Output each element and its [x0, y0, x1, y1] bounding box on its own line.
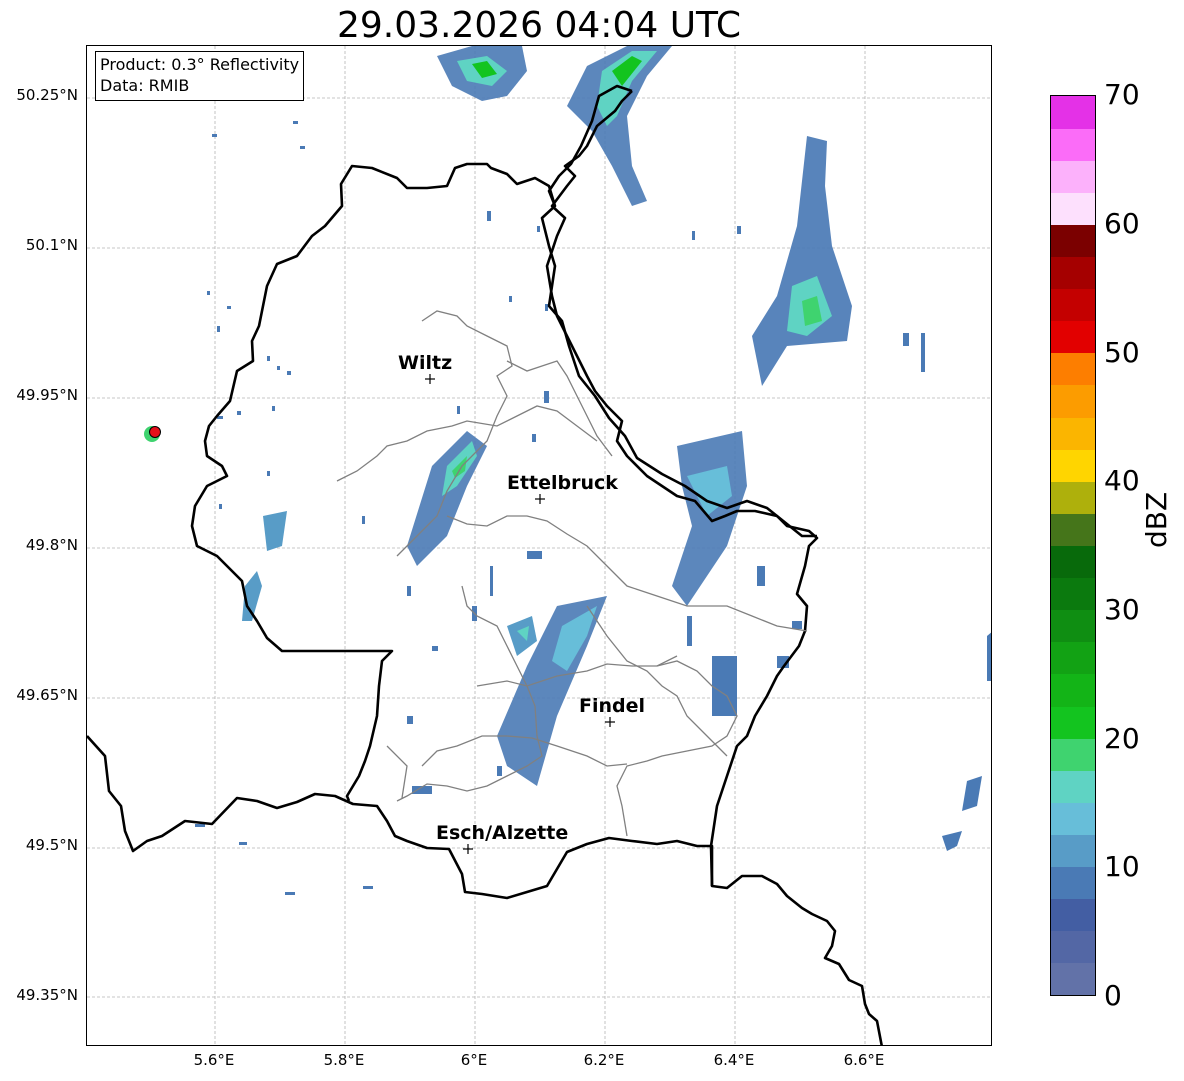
colorbar-swatch: [1051, 481, 1095, 514]
city-marker-ettelbruck: [535, 494, 545, 504]
colorbar-tick-label: 50: [1104, 336, 1140, 369]
colorbar-swatch: [1051, 898, 1095, 932]
lat-label: 49.5°N: [25, 836, 78, 854]
colorbar-tick-label: 0: [1104, 979, 1122, 1012]
lon-label: 6°E: [460, 1051, 488, 1069]
lon-label: 6.4°E: [713, 1051, 755, 1069]
city-marker-esch: [463, 844, 473, 854]
city-marker-findel: [605, 717, 615, 727]
lon-label: 6.6°E: [843, 1051, 885, 1069]
colorbar-swatch: [1051, 160, 1095, 193]
lat-label: 50.25°N: [16, 86, 78, 104]
colorbar-tick-label: 10: [1104, 850, 1140, 883]
colorbar-unit-label: dBZ: [1140, 491, 1173, 548]
colorbar-swatch: [1051, 609, 1095, 643]
colorbar-swatch: [1051, 513, 1095, 546]
lon-label: 6.2°E: [583, 1051, 625, 1069]
colorbar-swatch: [1051, 96, 1095, 129]
colorbar-swatch: [1051, 866, 1095, 900]
colorbar-swatch: [1051, 224, 1095, 258]
lat-label: 49.65°N: [16, 686, 78, 704]
colorbar-swatch: [1051, 738, 1095, 771]
colorbar-swatch: [1051, 128, 1095, 161]
colorbar-swatch: [1051, 352, 1095, 386]
city-label-esch-alzette: Esch/Alzette: [436, 822, 568, 844]
colorbar-swatch: [1051, 673, 1095, 707]
lon-label: 5.6°E: [193, 1051, 235, 1069]
lon-label: 5.8°E: [323, 1051, 365, 1069]
colorbar-tick-label: 30: [1104, 593, 1140, 626]
colorbar-swatch: [1051, 962, 1095, 996]
colorbar-swatch: [1051, 930, 1095, 964]
colorbar-tick-label: 70: [1104, 78, 1140, 111]
colorbar-swatch: [1051, 449, 1095, 482]
radar-site-marker[interactable]: [149, 426, 161, 438]
city-label-wiltz: Wiltz: [398, 352, 452, 374]
colorbar-swatch: [1051, 770, 1095, 803]
colorbar: [1050, 95, 1096, 996]
radar-map[interactable]: Wiltz Ettelbruck Findel Esch/Alzette: [86, 45, 992, 1046]
colorbar-swatch: [1051, 320, 1095, 354]
city-label-ettelbruck: Ettelbruck: [507, 472, 618, 494]
city-label-findel: Findel: [579, 695, 645, 717]
colorbar-swatch: [1051, 384, 1095, 418]
country-border: [87, 735, 883, 1045]
map-canvas: Wiltz Ettelbruck Findel Esch/Alzette: [87, 46, 991, 1045]
data-source-label: Data: RMIB: [100, 76, 190, 95]
product-info-box: Product: 0.3° Reflectivity Data: RMIB: [95, 51, 305, 101]
colorbar-swatch: [1051, 417, 1095, 450]
product-label: Product: 0.3° Reflectivity: [100, 55, 300, 74]
colorbar-tick-label: 40: [1104, 464, 1140, 497]
colorbar-swatch: [1051, 256, 1095, 290]
colorbar-swatch: [1051, 802, 1095, 835]
colorbar-tick-label: 60: [1104, 207, 1140, 240]
colorbar-swatch: [1051, 706, 1095, 739]
colorbar-tick-label: 20: [1104, 722, 1140, 755]
city-marker-wiltz: [425, 374, 435, 384]
lat-label: 49.35°N: [16, 986, 78, 1004]
colorbar-swatch: [1051, 834, 1095, 868]
canton-boundaries: [336, 310, 808, 837]
colorbar-swatch: [1051, 545, 1095, 579]
lat-label: 49.8°N: [25, 536, 78, 554]
colorbar-swatch: [1051, 641, 1095, 675]
map-title: 29.03.2026 04:04 UTC: [336, 5, 742, 46]
colorbar-swatch: [1051, 288, 1095, 322]
gridlines: [87, 46, 991, 1045]
colorbar-swatch: [1051, 192, 1095, 225]
lat-label: 49.95°N: [16, 386, 78, 404]
colorbar-swatch: [1051, 577, 1095, 611]
lat-label: 50.1°N: [25, 236, 78, 254]
